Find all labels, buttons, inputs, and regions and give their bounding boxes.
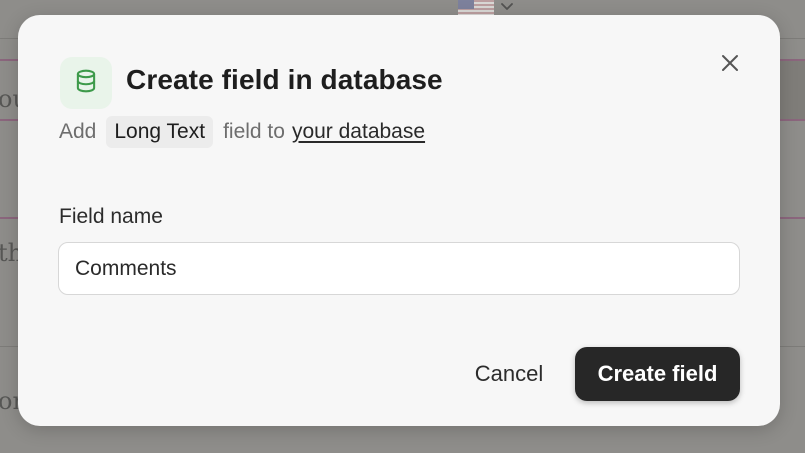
field-name-label: Field name: [59, 205, 163, 228]
database-icon: [73, 68, 99, 99]
close-icon: [720, 53, 740, 78]
field-name-input[interactable]: [58, 242, 740, 295]
subtitle-middle: field to: [223, 120, 285, 143]
chevron-down-icon[interactable]: [500, 0, 514, 14]
database-icon-container: [60, 57, 112, 109]
create-field-dialog: Create field in database Add Long Text f…: [18, 15, 780, 426]
flag-canton: [458, 0, 474, 9]
dialog-subtitle: Add Long Text field to your database: [59, 116, 425, 148]
us-flag-icon[interactable]: [458, 0, 494, 16]
subtitle-prefix: Add: [59, 120, 97, 143]
close-button[interactable]: [718, 53, 742, 77]
dialog-title: Create field in database: [126, 64, 443, 95]
create-field-button[interactable]: Create field: [575, 347, 740, 401]
field-type-badge: Long Text: [106, 116, 214, 148]
database-link[interactable]: your database: [292, 120, 425, 144]
cancel-button[interactable]: Cancel: [454, 347, 564, 401]
